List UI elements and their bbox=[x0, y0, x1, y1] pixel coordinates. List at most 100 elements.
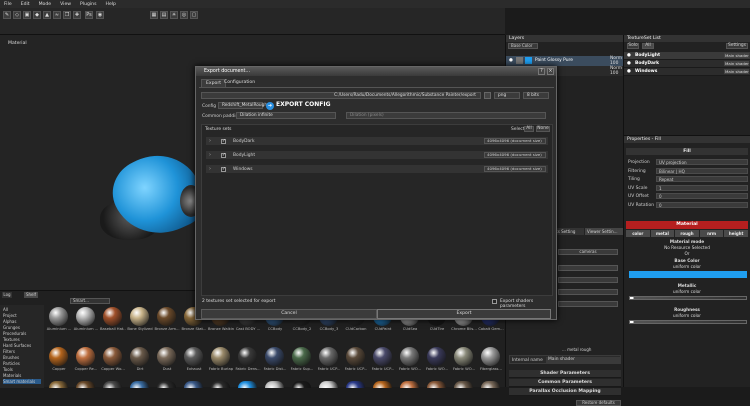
channel-toggle[interactable]: nrm bbox=[699, 230, 724, 237]
material-thumbnail[interactable] bbox=[130, 307, 149, 326]
shelf-category[interactable]: Smart materials bbox=[3, 379, 41, 384]
render-icon[interactable]: ◎ bbox=[180, 11, 188, 19]
material-thumbnail[interactable] bbox=[184, 347, 203, 366]
material-thumbnail[interactable] bbox=[319, 347, 338, 366]
view-icon[interactable]: ▤ bbox=[160, 11, 168, 19]
menu-item[interactable]: Help bbox=[106, 2, 116, 7]
material-thumbnail[interactable] bbox=[265, 347, 284, 366]
texture-set-export-row[interactable]: › ✓ BodyLight 4096x4096 (document size) bbox=[205, 150, 549, 160]
roughness-slider[interactable] bbox=[629, 320, 747, 324]
menu-item[interactable]: Edit bbox=[21, 2, 30, 7]
shelf-category[interactable]: Filters bbox=[3, 349, 15, 354]
material-thumbnail[interactable] bbox=[157, 347, 176, 366]
menu-item[interactable]: File bbox=[4, 2, 12, 7]
camera-select[interactable]: cameras bbox=[558, 249, 618, 255]
texture-set-row[interactable]: ● Windows Main shader bbox=[624, 68, 750, 76]
solo-tab[interactable]: Solo bbox=[627, 43, 639, 49]
material-thumbnail[interactable] bbox=[103, 347, 122, 366]
material-thumbnail[interactable] bbox=[373, 347, 392, 366]
viewer-field[interactable] bbox=[558, 265, 618, 271]
visibility-eye-icon[interactable]: ● bbox=[627, 69, 631, 74]
visibility-eye-icon[interactable]: ● bbox=[509, 58, 513, 63]
texture-set-checkbox[interactable]: ✓ bbox=[221, 153, 226, 158]
property-field[interactable]: 0 bbox=[656, 193, 748, 199]
internal-name-field[interactable]: Main shader bbox=[546, 357, 620, 363]
property-field[interactable]: 0 bbox=[656, 201, 748, 208]
channel-select[interactable]: Base Color bbox=[508, 43, 538, 49]
clone-icon[interactable]: ❐ bbox=[63, 11, 71, 19]
metallic-slider[interactable] bbox=[629, 296, 747, 300]
viewer-field[interactable] bbox=[558, 289, 618, 295]
shelf-category[interactable]: Tools bbox=[3, 367, 13, 372]
texture-set-checkbox[interactable]: ✓ bbox=[221, 167, 226, 172]
export-button[interactable]: Export bbox=[377, 309, 551, 319]
all-tab[interactable]: All bbox=[642, 43, 654, 49]
material-thumbnail[interactable] bbox=[427, 347, 446, 366]
select-all-button[interactable]: All bbox=[524, 126, 534, 132]
texture-set-resolution[interactable]: 4096x4096 (document size) bbox=[484, 138, 546, 144]
layer-name[interactable]: Paint Glossy Pure bbox=[535, 58, 573, 63]
geometry-mask-icon[interactable]: ◆ bbox=[33, 11, 41, 19]
format-select[interactable]: png bbox=[494, 92, 520, 99]
material-section-header[interactable]: Material bbox=[626, 221, 748, 229]
shelf-category[interactable]: Particles bbox=[3, 361, 20, 366]
texture-set-resolution[interactable]: 4096x4096 (document size) bbox=[484, 166, 546, 172]
export-path-field[interactable]: C:/Users/Radu/Documents/Allegorithmic/Su… bbox=[201, 92, 481, 99]
material-thumbnail[interactable] bbox=[211, 347, 230, 366]
texture-set-shader[interactable]: Main shader bbox=[724, 69, 749, 74]
texture-set-resolution[interactable]: 4096x4096 (document size) bbox=[484, 152, 546, 158]
shelf-category[interactable]: Grunges bbox=[3, 325, 20, 330]
picker-icon[interactable]: ✚ bbox=[73, 11, 81, 19]
material-thumbnail[interactable] bbox=[454, 347, 473, 366]
bit-depth-select[interactable]: 8 bits bbox=[523, 92, 549, 99]
texture-set-shader[interactable]: Main shader bbox=[724, 53, 749, 58]
screenshot-icon[interactable]: ▢ bbox=[190, 11, 198, 19]
channel-toggle[interactable]: rough bbox=[675, 230, 699, 237]
shelf-category[interactable]: Alphas bbox=[3, 319, 16, 324]
tab-viewer-settings[interactable]: Viewer Settin... bbox=[585, 228, 623, 235]
shader-parameters-header[interactable]: Shader Parameters bbox=[509, 370, 621, 378]
camera-icon[interactable]: ◉ bbox=[96, 11, 104, 19]
smudge-icon[interactable]: ≈ bbox=[53, 11, 61, 19]
material-thumbnail[interactable] bbox=[238, 347, 257, 366]
tab-configuration[interactable]: Configuration bbox=[220, 79, 259, 87]
base-color-swatch[interactable] bbox=[629, 271, 747, 278]
viewer-field[interactable] bbox=[558, 301, 618, 307]
help-icon[interactable]: ? bbox=[538, 68, 545, 75]
dilation-field[interactable]: Dilation (pixels) bbox=[346, 112, 546, 119]
fill-section-header[interactable]: Fill bbox=[626, 148, 748, 155]
projection-icon[interactable]: ▣ bbox=[23, 11, 31, 19]
channel-toggle[interactable]: height bbox=[724, 230, 748, 237]
padding-select[interactable]: Dilation infinite bbox=[236, 112, 336, 119]
channel-toggle[interactable]: metal bbox=[650, 230, 675, 237]
material-thumbnail[interactable] bbox=[130, 347, 149, 366]
parallax-occlusion-header[interactable]: Parallax Occlusion Mapping bbox=[509, 388, 621, 396]
material-thumbnail[interactable] bbox=[481, 347, 500, 366]
menu-item[interactable]: View bbox=[60, 2, 71, 7]
property-field[interactable]: Bilinear | HQ bbox=[656, 167, 748, 174]
shelf-category[interactable]: Brushes bbox=[3, 355, 19, 360]
shelf-category[interactable]: Procedurals bbox=[3, 331, 26, 336]
config-select[interactable]: Redshift_MetalRough bbox=[218, 102, 267, 109]
symmetry-icon[interactable]: ▦ bbox=[150, 11, 158, 19]
layer-row[interactable]: ● Paint Glossy Pure Norm 100 bbox=[506, 56, 624, 66]
texture-set-export-row[interactable]: › ✓ BodyDark 4096x4096 (document size) bbox=[205, 136, 549, 146]
property-field[interactable]: 1 bbox=[656, 184, 748, 191]
polygon-fill-icon[interactable]: ▲ bbox=[43, 11, 51, 19]
export-shaders-checkbox[interactable] bbox=[492, 299, 497, 304]
menu-item[interactable]: Mode bbox=[39, 2, 52, 7]
material-thumbnail[interactable] bbox=[103, 307, 122, 326]
texture-set-export-row[interactable]: › ✓ Windows 4096x4096 (document size) bbox=[205, 164, 549, 174]
chevron-right-icon[interactable]: › bbox=[209, 166, 211, 172]
visibility-eye-icon[interactable]: ● bbox=[627, 53, 631, 58]
shelf-category[interactable]: Textures bbox=[3, 337, 20, 342]
viewer-field[interactable] bbox=[558, 277, 618, 283]
folder-icon[interactable] bbox=[484, 92, 491, 99]
shelf-category[interactable]: Project bbox=[3, 313, 17, 318]
visibility-eye-icon[interactable]: ● bbox=[627, 61, 631, 66]
settings-button[interactable]: Settings bbox=[726, 43, 748, 49]
texture-set-checkbox[interactable]: ✓ bbox=[221, 139, 226, 144]
lighting-icon[interactable]: ☀ bbox=[170, 11, 178, 19]
select-none-button[interactable]: None bbox=[536, 126, 550, 132]
common-parameters-header[interactable]: Common Parameters bbox=[509, 379, 621, 387]
